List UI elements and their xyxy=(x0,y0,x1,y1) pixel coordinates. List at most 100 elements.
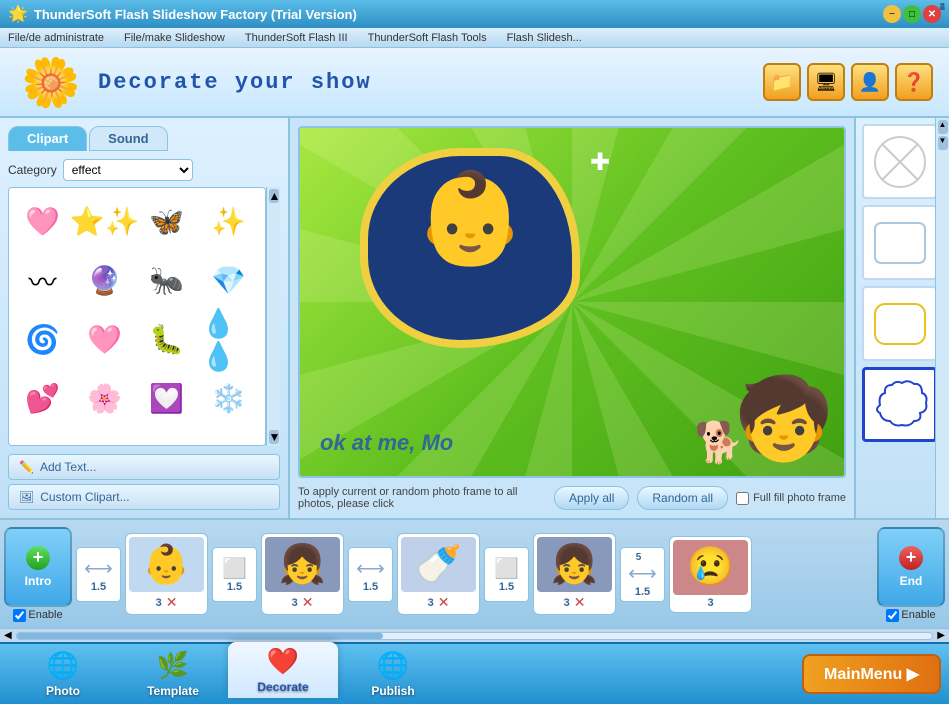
slide-transition-3[interactable]: 3 ⟷ 1.5 xyxy=(348,547,393,602)
clipart-scrollbar[interactable]: ▲ ▼ xyxy=(266,187,280,446)
end-enable-checkbox[interactable] xyxy=(886,609,899,622)
clipart-wave2[interactable]: ∿∿ xyxy=(77,430,132,446)
slide-transition-2[interactable]: 2 ⬜ 1.5 xyxy=(212,547,257,602)
slide-dur-5: 1.5 xyxy=(635,586,650,598)
nav-template[interactable]: 🌿 Template xyxy=(118,646,228,702)
user-button[interactable]: 👤 xyxy=(851,63,889,101)
timeline-scrollbar[interactable]: ◀ ▶ xyxy=(0,628,949,642)
menu-item-tools[interactable]: ThunderSoft Flash Tools xyxy=(364,32,491,44)
nav-photo[interactable]: 🌐 Photo xyxy=(8,646,118,702)
right-panel-scrollbar[interactable]: ▲ ▼ xyxy=(935,118,949,518)
logo: 🌼 xyxy=(16,52,86,112)
scroll-track[interactable] xyxy=(16,632,934,640)
slide-item-2[interactable]: 👧 3 ✕ xyxy=(261,533,344,615)
slide-footer-3: 3 ✕ xyxy=(428,594,450,611)
clipart-pink-orb[interactable]: 🔮 xyxy=(77,253,132,308)
clipart-snowflake[interactable]: ❄️ xyxy=(201,371,256,426)
intro-label: Intro xyxy=(25,574,52,588)
decorate-nav-icon: ❤️ xyxy=(267,646,299,677)
scroll-thumb[interactable] xyxy=(17,633,383,639)
clipart-flower-ball[interactable]: 🌸 xyxy=(77,371,132,426)
help-button[interactable]: ❓ xyxy=(895,63,933,101)
main-menu-button[interactable]: MainMenu ▶ xyxy=(802,654,941,694)
maximize-button[interactable]: □ xyxy=(903,5,921,23)
clipart-bug[interactable]: 🐛 xyxy=(139,312,194,367)
menu-item-flash[interactable]: Flash Slidesh... xyxy=(503,32,586,44)
slide-item-4[interactable]: 👧 3 ✕ xyxy=(533,533,616,615)
slide-item-1[interactable]: 👶 3 ✕ xyxy=(125,533,208,615)
slide-delete-3[interactable]: ✕ xyxy=(438,594,450,611)
frame-item-3[interactable] xyxy=(862,286,935,361)
clipart-empty2[interactable] xyxy=(201,430,256,446)
add-text-button[interactable]: ✏️ Add Text... xyxy=(8,454,280,480)
clipart-butterfly[interactable]: 🦋 xyxy=(139,194,194,249)
intro-button[interactable]: + Intro xyxy=(4,527,72,607)
clipart-small-heart[interactable]: 💕 xyxy=(15,371,70,426)
minimize-button[interactable]: − xyxy=(883,5,901,23)
slide-thumb-5: 😢 xyxy=(673,540,748,595)
clipart-ant[interactable]: 🐜 xyxy=(139,253,194,308)
slide-item-5[interactable]: 😢 3 xyxy=(669,536,752,613)
main-area: Clipart Sound Category effect nature ani… xyxy=(0,118,949,518)
nav-publish[interactable]: 🌐 Publish xyxy=(338,646,448,702)
clipart-pink-heart[interactable]: 🩷 xyxy=(15,194,70,249)
clipart-heart-deco[interactable]: 💟 xyxy=(139,371,194,426)
full-fill-checkbox-row: Full fill photo frame xyxy=(736,492,846,505)
frame-item-4[interactable] xyxy=(862,367,935,442)
intro-enable-label[interactable]: Enable xyxy=(28,609,62,621)
slide-transition-1[interactable]: ⟷ 1.5 xyxy=(76,547,121,602)
header: 🌼 Decorate your show 📁 🖥 👤 ❓ xyxy=(0,48,949,118)
clipart-ball[interactable]: 🩷 xyxy=(77,312,132,367)
intro-enable-checkbox[interactable] xyxy=(13,609,26,622)
header-icons: 📁 🖥 👤 ❓ xyxy=(763,63,933,101)
clipart-drops[interactable]: 💧💧 xyxy=(201,312,256,367)
menu-item-file[interactable]: File/de administrate xyxy=(4,32,108,44)
frame-item-1[interactable] xyxy=(862,124,935,199)
close-button[interactable]: ✕ xyxy=(923,5,941,23)
clipart-wave1[interactable]: 〰〰 xyxy=(15,430,70,446)
tab-clipart[interactable]: Clipart xyxy=(8,126,87,151)
frame-item-2[interactable] xyxy=(862,205,935,280)
apply-all-button[interactable]: Apply all xyxy=(554,486,629,510)
category-label: Category xyxy=(8,163,57,177)
full-fill-checkbox[interactable] xyxy=(736,492,749,505)
end-button[interactable]: + End xyxy=(877,527,945,607)
nav-decorate[interactable]: ❤️ Decorate xyxy=(228,642,338,698)
menu-item-thunder[interactable]: ThunderSoft Flash III xyxy=(241,32,352,44)
preview-area: 👶 🧒 🐕 ✚ ok at me, Mo xyxy=(298,126,846,478)
slide-delete-2[interactable]: ✕ xyxy=(302,594,314,611)
full-fill-label[interactable]: Full fill photo frame xyxy=(753,492,846,504)
slide-thumb-1: 👶 xyxy=(129,537,204,592)
cross-icon: ✚ xyxy=(590,148,610,177)
clipart-sparkle[interactable]: ✨ xyxy=(201,194,256,249)
slide-delete-1[interactable]: ✕ xyxy=(166,594,178,611)
slide-delete-4[interactable]: ✕ xyxy=(574,594,586,611)
clipart-stars[interactable]: ⭐✨ xyxy=(77,194,132,249)
center-panel: 👶 🧒 🐕 ✚ ok at me, Mo To apply current or… xyxy=(290,118,854,518)
template-nav-icon: 🌿 xyxy=(157,650,189,681)
screen-icon: 🖥 xyxy=(815,72,838,93)
scroll-right-btn[interactable]: ▶ xyxy=(937,630,945,641)
action-description: To apply current or random photo frame t… xyxy=(298,486,546,510)
slide-item-3[interactable]: 🍼 3 ✕ xyxy=(397,533,480,615)
scroll-left-btn[interactable]: ◀ xyxy=(4,630,12,641)
slide-transition-5[interactable]: 5 ⟷ 1.5 xyxy=(620,547,665,602)
clipart-spiral[interactable]: 🌀 xyxy=(15,312,70,367)
tab-sound[interactable]: Sound xyxy=(89,126,167,151)
clipart-crystal[interactable]: 💎 xyxy=(201,253,256,308)
custom-clipart-button[interactable]: 🖼 Custom Clipart... xyxy=(8,484,280,510)
page-title: Decorate your show xyxy=(98,70,372,95)
menu-item-make[interactable]: File/make Slideshow xyxy=(120,32,229,44)
clipart-empty1[interactable] xyxy=(139,430,194,446)
category-select[interactable]: effect nature animals xyxy=(63,159,193,181)
screen-button[interactable]: 🖥 xyxy=(807,63,845,101)
slide-transition-4[interactable]: 4 ⬜ 1.5 xyxy=(484,547,529,602)
photo-nav-icon: 🌐 xyxy=(47,650,79,681)
end-label: End xyxy=(900,574,923,588)
clipart-grid: 🩷 ⭐✨ 🦋 ✨ 〰 🔮 🐜 💎 🌀 🩷 🐛 💧💧 💕 🌸 💟 ❄️ xyxy=(8,187,266,446)
end-enable-label[interactable]: Enable xyxy=(901,609,935,621)
template-nav-label: Template xyxy=(147,684,199,698)
open-folder-button[interactable]: 📁 xyxy=(763,63,801,101)
clipart-swirl[interactable]: 〰 xyxy=(15,253,70,308)
random-all-button[interactable]: Random all xyxy=(637,486,728,510)
